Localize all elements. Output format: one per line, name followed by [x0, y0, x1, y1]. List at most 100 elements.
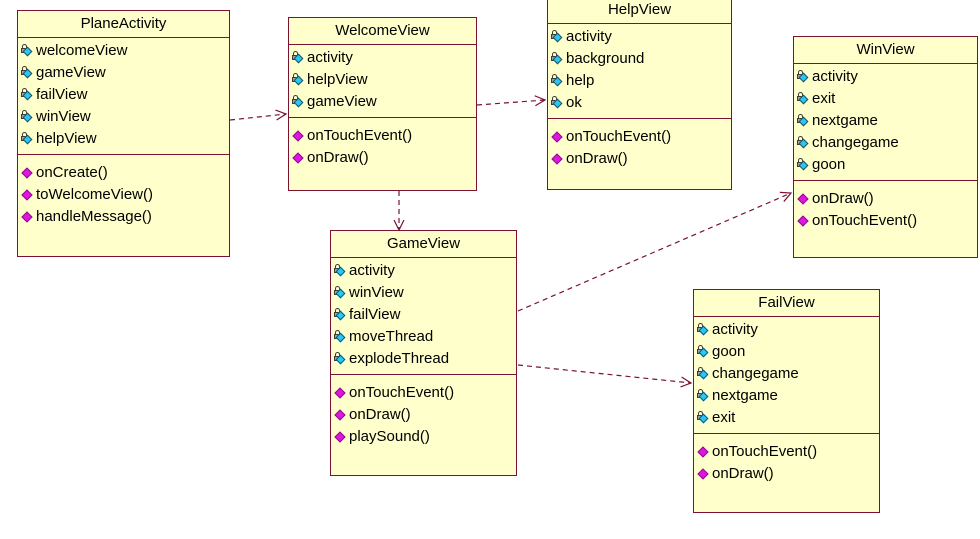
- attribute-row: goon: [794, 154, 977, 176]
- public-method-icon: [21, 188, 35, 202]
- protected-field-icon: [292, 95, 306, 109]
- attribute-row: gameView: [18, 62, 229, 84]
- protected-field-icon: [21, 110, 35, 124]
- protected-field-icon: [21, 66, 35, 80]
- protected-field-icon: [292, 73, 306, 87]
- operation-label: onDraw(): [349, 406, 411, 423]
- attribute-label: changegame: [712, 365, 799, 382]
- operations-compartment-welcomeview: onTouchEvent() onDraw(): [289, 118, 476, 173]
- attributes-compartment-winview: activity exit nextgame changegame goon: [794, 64, 977, 181]
- attributes-compartment-failview: activity goon changegame nextgame exit: [694, 317, 879, 434]
- attribute-row: activity: [694, 319, 879, 341]
- attribute-row: moveThread: [331, 326, 516, 348]
- public-method-icon: [334, 386, 348, 400]
- operation-label: onTouchEvent(): [349, 384, 455, 401]
- public-method-icon: [292, 129, 306, 143]
- protected-field-icon: [797, 92, 811, 106]
- attribute-row: exit: [794, 88, 977, 110]
- public-method-icon: [797, 192, 811, 206]
- attribute-row: helpView: [18, 128, 229, 150]
- protected-field-icon: [21, 88, 35, 102]
- protected-field-icon: [551, 30, 565, 44]
- uml-class-gameview[interactable]: GameView activity winView failView moveT…: [330, 230, 517, 476]
- attribute-label: failView: [36, 86, 88, 103]
- operation-label: onTouchEvent(): [812, 212, 918, 229]
- attribute-row: activity: [794, 66, 977, 88]
- protected-field-icon: [551, 96, 565, 110]
- class-title-winview: WinView: [794, 37, 977, 64]
- attributes-compartment-planeactivity: welcomeView gameView failView winView he…: [18, 38, 229, 155]
- attribute-row: winView: [331, 282, 516, 304]
- attribute-label: nextgame: [712, 387, 778, 404]
- uml-class-welcomeview[interactable]: WelcomeView activity helpView gameView o…: [288, 17, 477, 191]
- public-method-icon: [21, 166, 35, 180]
- protected-field-icon: [797, 114, 811, 128]
- attribute-row: welcomeView: [18, 40, 229, 62]
- protected-field-icon: [334, 264, 348, 278]
- public-method-icon: [697, 445, 711, 459]
- uml-class-failview[interactable]: FailView activity goon changegame nextga…: [693, 289, 880, 513]
- attribute-row: nextgame: [694, 385, 879, 407]
- attribute-row: winView: [18, 106, 229, 128]
- attribute-label: ok: [566, 94, 582, 111]
- operation-row: onTouchEvent(): [289, 125, 476, 147]
- protected-field-icon: [551, 52, 565, 66]
- public-method-icon: [697, 467, 711, 481]
- attribute-label: failView: [349, 306, 401, 323]
- attribute-label: exit: [712, 409, 736, 426]
- operation-row: onDraw(): [289, 147, 476, 169]
- protected-field-icon: [551, 74, 565, 88]
- operation-label: onTouchEvent(): [566, 128, 672, 145]
- operation-label: onDraw(): [712, 465, 774, 482]
- operation-label: onTouchEvent(): [307, 127, 413, 144]
- operation-label: onDraw(): [566, 150, 628, 167]
- attribute-row: changegame: [694, 363, 879, 385]
- attribute-label: goon: [712, 343, 746, 360]
- attribute-row: failView: [331, 304, 516, 326]
- public-method-icon: [292, 151, 306, 165]
- protected-field-icon: [21, 132, 35, 146]
- uml-class-planeactivity[interactable]: PlaneActivity welcomeView gameView failV…: [17, 10, 230, 257]
- operations-compartment-planeactivity: onCreate() toWelcomeView() handleMessage…: [18, 155, 229, 232]
- attribute-label: helpView: [36, 130, 97, 147]
- attribute-row: changegame: [794, 132, 977, 154]
- operation-label: onCreate(): [36, 164, 108, 181]
- attribute-label: exit: [812, 90, 836, 107]
- protected-field-icon: [697, 323, 711, 337]
- operation-row: toWelcomeView(): [18, 184, 229, 206]
- public-method-icon: [551, 130, 565, 144]
- attribute-row: activity: [548, 26, 731, 48]
- attribute-row: explodeThread: [331, 348, 516, 370]
- attribute-label: winView: [36, 108, 91, 125]
- public-method-icon: [551, 152, 565, 166]
- public-method-icon: [334, 408, 348, 422]
- attribute-label: activity: [349, 262, 395, 279]
- attributes-compartment-gameview: activity winView failView moveThread exp…: [331, 258, 516, 375]
- attribute-label: moveThread: [349, 328, 434, 345]
- operation-label: onDraw(): [307, 149, 369, 166]
- operation-row: onTouchEvent(): [794, 210, 977, 232]
- attribute-row: gameView: [289, 91, 476, 113]
- class-title-gameview: GameView: [331, 231, 516, 258]
- uml-class-helpview[interactable]: HelpView activity background help ok onT…: [547, 0, 732, 190]
- operation-row: onDraw(): [548, 148, 731, 170]
- attribute-row: exit: [694, 407, 879, 429]
- operation-row: onDraw(): [794, 188, 977, 210]
- protected-field-icon: [334, 308, 348, 322]
- uml-class-winview[interactable]: WinView activity exit nextgame changegam…: [793, 36, 978, 258]
- protected-field-icon: [697, 345, 711, 359]
- protected-field-icon: [697, 389, 711, 403]
- attribute-label: winView: [349, 284, 404, 301]
- attribute-label: nextgame: [812, 112, 878, 129]
- class-title-welcomeview: WelcomeView: [289, 18, 476, 45]
- attribute-label: changegame: [812, 134, 899, 151]
- edge-welcomeview-helpview: [476, 95, 547, 107]
- public-method-icon: [21, 210, 35, 224]
- operations-compartment-helpview: onTouchEvent() onDraw(): [548, 119, 731, 174]
- operation-row: handleMessage(): [18, 206, 229, 228]
- attribute-label: gameView: [36, 64, 106, 81]
- attribute-row: helpView: [289, 69, 476, 91]
- operations-compartment-winview: onDraw() onTouchEvent(): [794, 181, 977, 236]
- operation-row: playSound(): [331, 426, 516, 448]
- protected-field-icon: [334, 286, 348, 300]
